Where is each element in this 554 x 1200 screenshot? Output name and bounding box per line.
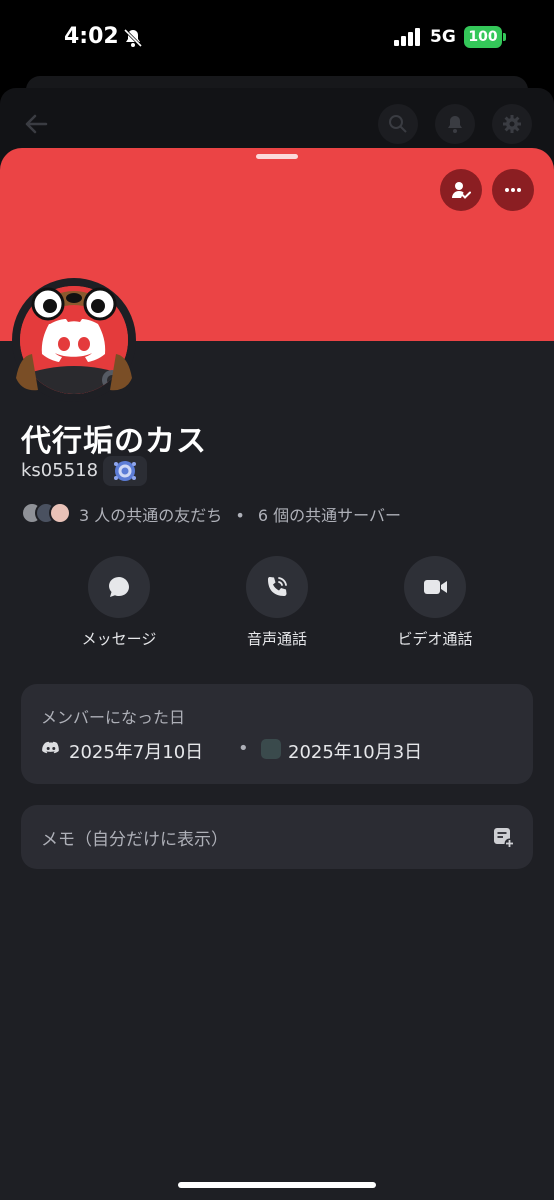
search-icon [389, 115, 407, 133]
status-bar: 4:02 5G 100 [0, 0, 554, 76]
voice-call-label: 音声通話 [246, 630, 307, 648]
user-check-icon [452, 182, 471, 199]
avatar-decoration [16, 287, 132, 391]
badge-icon [114, 461, 136, 481]
gear-icon [503, 115, 521, 133]
separator-dot: • [238, 738, 249, 759]
mutual-friend-avatar [49, 502, 71, 524]
phone-icon [268, 577, 287, 596]
video-call-button[interactable]: ビデオ通話 [364, 556, 504, 652]
message-label: メッセージ [81, 630, 157, 648]
signal-icon [394, 28, 420, 46]
avatar[interactable] [12, 278, 136, 402]
voice-call-button[interactable]: 音声通話 [206, 556, 346, 652]
battery-icon: 100 [464, 26, 506, 48]
mutual-servers-link[interactable]: 6 個の共通サーバー [258, 506, 401, 525]
video-icon [424, 580, 447, 594]
server-icon [261, 739, 281, 759]
network-label: 5G [430, 27, 456, 47]
bell-off-icon [123, 28, 143, 48]
back-arrow-icon [25, 114, 48, 134]
memo-card[interactable]: メモ（自分だけに表示） [21, 805, 533, 869]
memo-field[interactable]: メモ（自分だけに表示） [41, 825, 228, 850]
more-dots-icon [505, 188, 521, 192]
more-options-button[interactable] [492, 169, 534, 211]
profile-sheet: 代行垢のカス ks05518 3 人の共通の友だち • 6 個の共通サーバー メ… [0, 148, 554, 1200]
notification-button [435, 104, 475, 144]
member-since-dates: 2025年7月10日 • 2025年10月3日 [41, 736, 521, 763]
member-since-card: メンバーになった日 2025年7月10日 • 2025年10月3日 [21, 684, 533, 784]
mutual-friends-link[interactable]: 3 人の共通の友だち [79, 506, 222, 525]
message-icon [109, 577, 129, 597]
display-name: 代行垢のカス [21, 424, 207, 459]
bell-icon [448, 116, 462, 133]
member-since-title: メンバーになった日 [41, 708, 186, 727]
video-call-label: ビデオ通話 [397, 630, 473, 648]
status-time: 4:02 [64, 24, 119, 49]
username[interactable]: ks05518 [21, 460, 98, 481]
discord-join-date: 2025年7月10日 [69, 742, 204, 763]
message-button[interactable]: メッセージ [48, 556, 188, 652]
mutuals-row[interactable]: 3 人の共通の友だち • 6 個の共通サーバー [21, 500, 541, 526]
settings-button [492, 104, 532, 144]
separator-dot: • [235, 506, 245, 525]
add-note-icon[interactable] [493, 827, 515, 849]
mutual-summary: 3 人の共通の友だち • 6 個の共通サーバー [79, 502, 401, 526]
battery-level: 100 [464, 26, 502, 48]
nitro-badge[interactable] [103, 456, 147, 486]
server-join-date: 2025年10月3日 [288, 742, 423, 763]
friend-status-button[interactable] [440, 169, 482, 211]
search-button [378, 104, 418, 144]
home-indicator[interactable] [178, 1182, 376, 1188]
drag-handle[interactable] [256, 154, 298, 159]
discord-icon [42, 741, 59, 754]
